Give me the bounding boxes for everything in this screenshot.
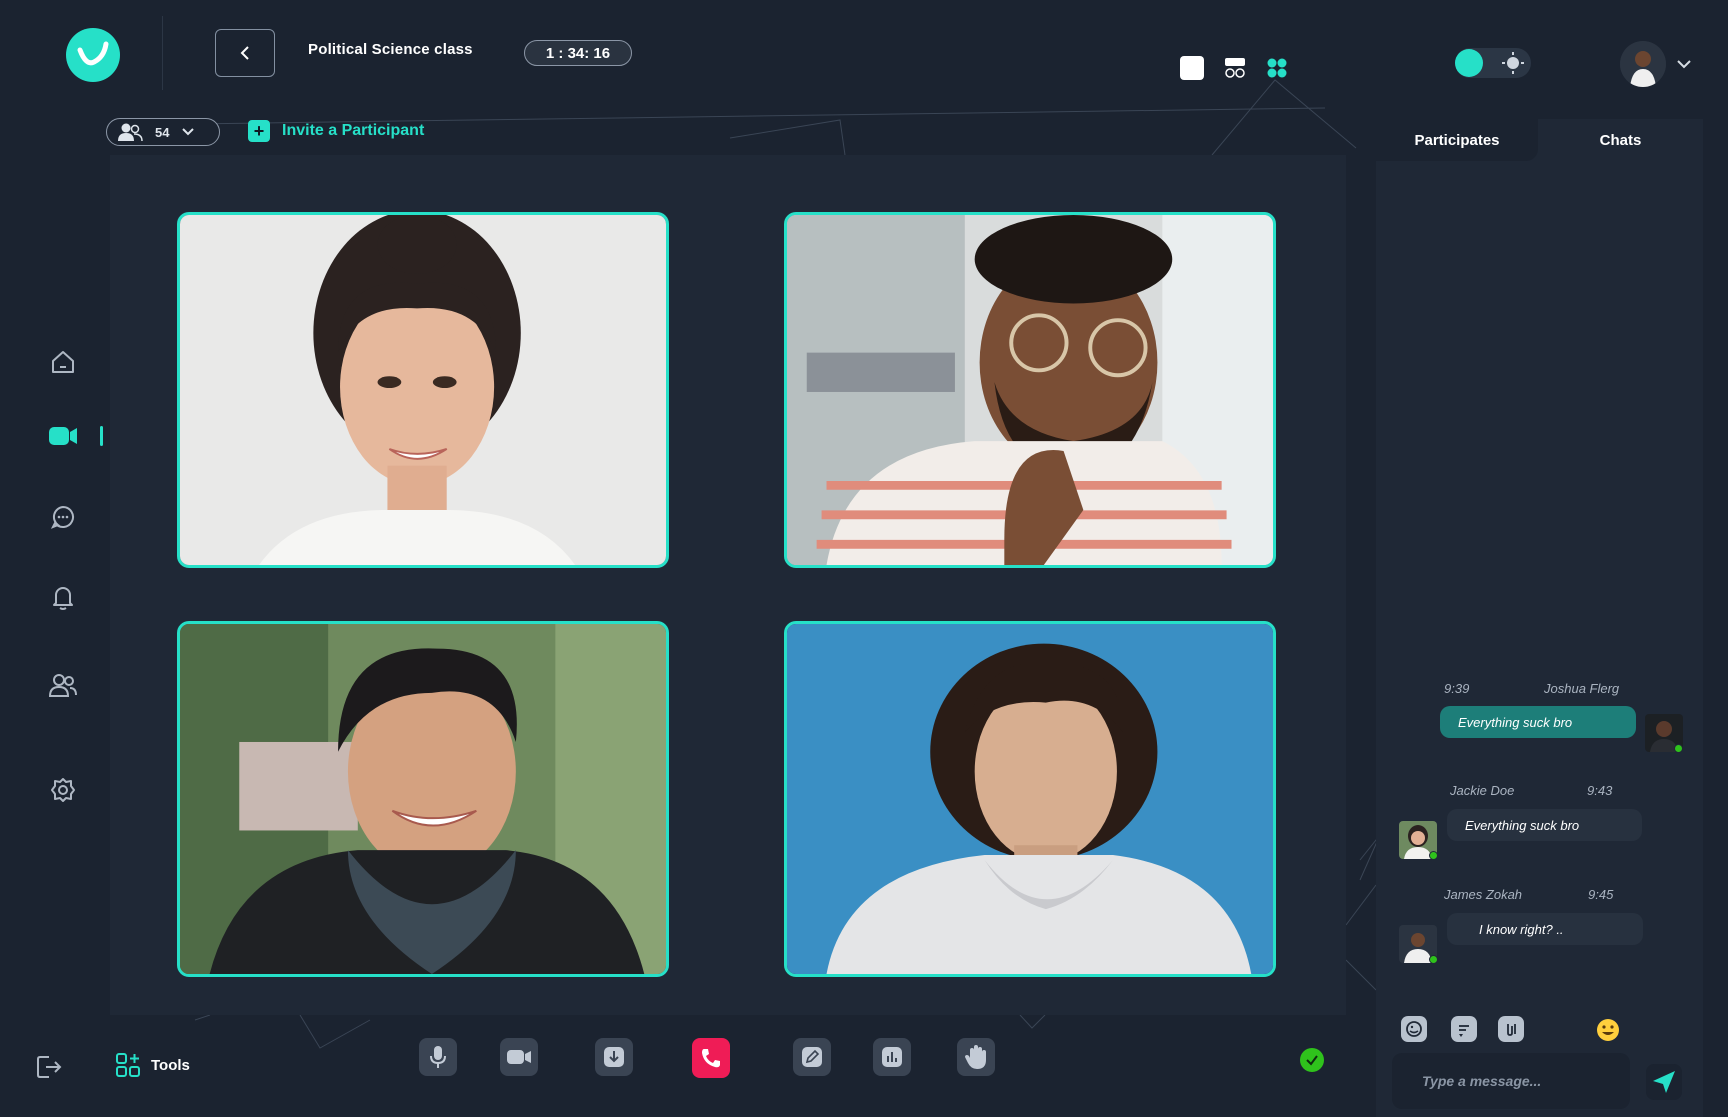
tab-label: Participates — [1414, 131, 1500, 149]
participants-icon — [118, 123, 143, 142]
sidebar-item-video[interactable] — [46, 419, 80, 453]
gif-button[interactable] — [1451, 1016, 1477, 1042]
sidebar-item-users[interactable] — [46, 668, 80, 702]
message-input-placeholder: Type a message... — [1422, 1073, 1542, 1089]
chevron-down-icon[interactable] — [1676, 59, 1692, 69]
logout-icon — [37, 1056, 62, 1078]
secure-connection-badge — [1300, 1048, 1324, 1072]
emoji-button[interactable] — [1596, 1018, 1620, 1047]
download-icon — [604, 1047, 624, 1067]
participant-count: 54 — [155, 124, 170, 140]
plus-icon: + — [248, 120, 270, 142]
message-text: Everything suck bro — [1458, 714, 1573, 730]
hand-icon — [965, 1045, 986, 1069]
chevron-left-icon — [240, 46, 249, 60]
emoji-icon — [1597, 1019, 1619, 1041]
phone-icon — [702, 1049, 720, 1068]
message-text: I know right? .. — [1479, 921, 1564, 937]
bell-icon — [53, 587, 73, 610]
invite-participant-button[interactable]: + Invite a Participant — [248, 120, 424, 142]
online-indicator — [1674, 744, 1683, 753]
sidebar-item-chat[interactable] — [46, 500, 80, 534]
chat-bubble: I know right? .. — [1447, 913, 1643, 945]
tools-label: Tools — [151, 1056, 190, 1074]
tools-grid-icon — [116, 1053, 140, 1077]
chevron-down-icon — [182, 128, 195, 136]
camera-icon — [507, 1050, 531, 1064]
side-panel — [1376, 119, 1703, 1117]
microphone-icon — [430, 1046, 446, 1068]
active-indicator — [100, 426, 103, 446]
camera-button[interactable] — [500, 1038, 538, 1076]
download-button[interactable] — [595, 1038, 633, 1076]
video-tile-participant-2[interactable] — [784, 212, 1276, 568]
message-text: Everything suck bro — [1465, 817, 1580, 833]
sidebar-item-home[interactable] — [46, 345, 80, 379]
message-time: 9:43 — [1587, 783, 1613, 798]
logout-button[interactable] — [32, 1050, 66, 1084]
meeting-title: Political Science class — [308, 41, 473, 58]
tab-participates[interactable]: Participates — [1376, 119, 1538, 161]
tab-label: Chats — [1599, 131, 1642, 149]
participant-video — [787, 215, 1273, 565]
invite-label: Invite a Participant — [282, 122, 425, 139]
message-time: 9:39 — [1444, 681, 1470, 696]
participant-video — [180, 624, 666, 974]
raise-hand-button[interactable] — [957, 1038, 995, 1076]
message-template-icon — [1459, 1025, 1469, 1037]
attachment-icon — [1507, 1024, 1516, 1036]
pen-icon — [802, 1047, 822, 1067]
sidebar-item-notifications[interactable] — [46, 580, 80, 614]
message-sender: Joshua Flerg — [1544, 681, 1620, 696]
single-view-icon[interactable] — [1180, 56, 1204, 80]
message-sender: Jackie Doe — [1450, 783, 1515, 798]
stats-button[interactable] — [873, 1038, 911, 1076]
check-icon — [1306, 1055, 1318, 1066]
video-tile-participant-3[interactable] — [177, 621, 669, 977]
user-avatar[interactable] — [1620, 41, 1666, 87]
bar-chart-icon — [882, 1047, 902, 1067]
send-button[interactable] — [1646, 1064, 1682, 1100]
video-tile-participant-4[interactable] — [784, 621, 1276, 977]
participant-video — [180, 215, 666, 565]
chat-icon — [50, 505, 74, 529]
toggle-knob — [1455, 49, 1483, 77]
chat-bubble: Everything suck bro — [1447, 809, 1642, 841]
settings-icon — [51, 778, 75, 802]
video-tile-participant-1[interactable] — [177, 212, 669, 568]
sidebar-item-settings[interactable] — [46, 773, 80, 807]
view-mode-switcher — [1180, 56, 1288, 80]
users-icon — [48, 674, 77, 697]
theme-toggle[interactable] — [1455, 48, 1531, 78]
video-icon — [49, 427, 77, 445]
online-indicator — [1429, 955, 1438, 964]
header-divider — [162, 16, 163, 90]
tools-button[interactable]: Tools — [115, 1052, 190, 1078]
participant-count-dropdown[interactable]: 54 — [106, 118, 220, 146]
chat-bubble: Everything suck bro — [1440, 706, 1636, 738]
online-indicator — [1429, 851, 1438, 860]
message-sender: James Zokah — [1444, 887, 1523, 902]
attachment-button[interactable] — [1498, 1016, 1524, 1042]
end-call-button[interactable] — [692, 1038, 730, 1078]
back-button[interactable] — [215, 29, 275, 77]
app-logo[interactable] — [66, 28, 120, 82]
meeting-timer: 1 : 34: 16 — [524, 40, 632, 66]
logo-check-icon — [77, 41, 109, 66]
tab-chats[interactable]: Chats — [1538, 119, 1703, 161]
grid-view-icon[interactable] — [1266, 57, 1288, 79]
edit-button[interactable] — [793, 1038, 831, 1076]
home-icon — [52, 351, 74, 373]
sticker-icon — [1406, 1021, 1422, 1037]
message-input[interactable]: Type a message... — [1392, 1053, 1630, 1109]
sun-icon — [1502, 52, 1524, 74]
speaker-view-icon[interactable] — [1224, 57, 1246, 79]
message-time: 9:45 — [1588, 887, 1614, 902]
participant-video — [787, 624, 1273, 974]
send-icon — [1653, 1071, 1675, 1093]
sticker-button[interactable] — [1401, 1016, 1427, 1042]
mic-button[interactable] — [419, 1038, 457, 1076]
